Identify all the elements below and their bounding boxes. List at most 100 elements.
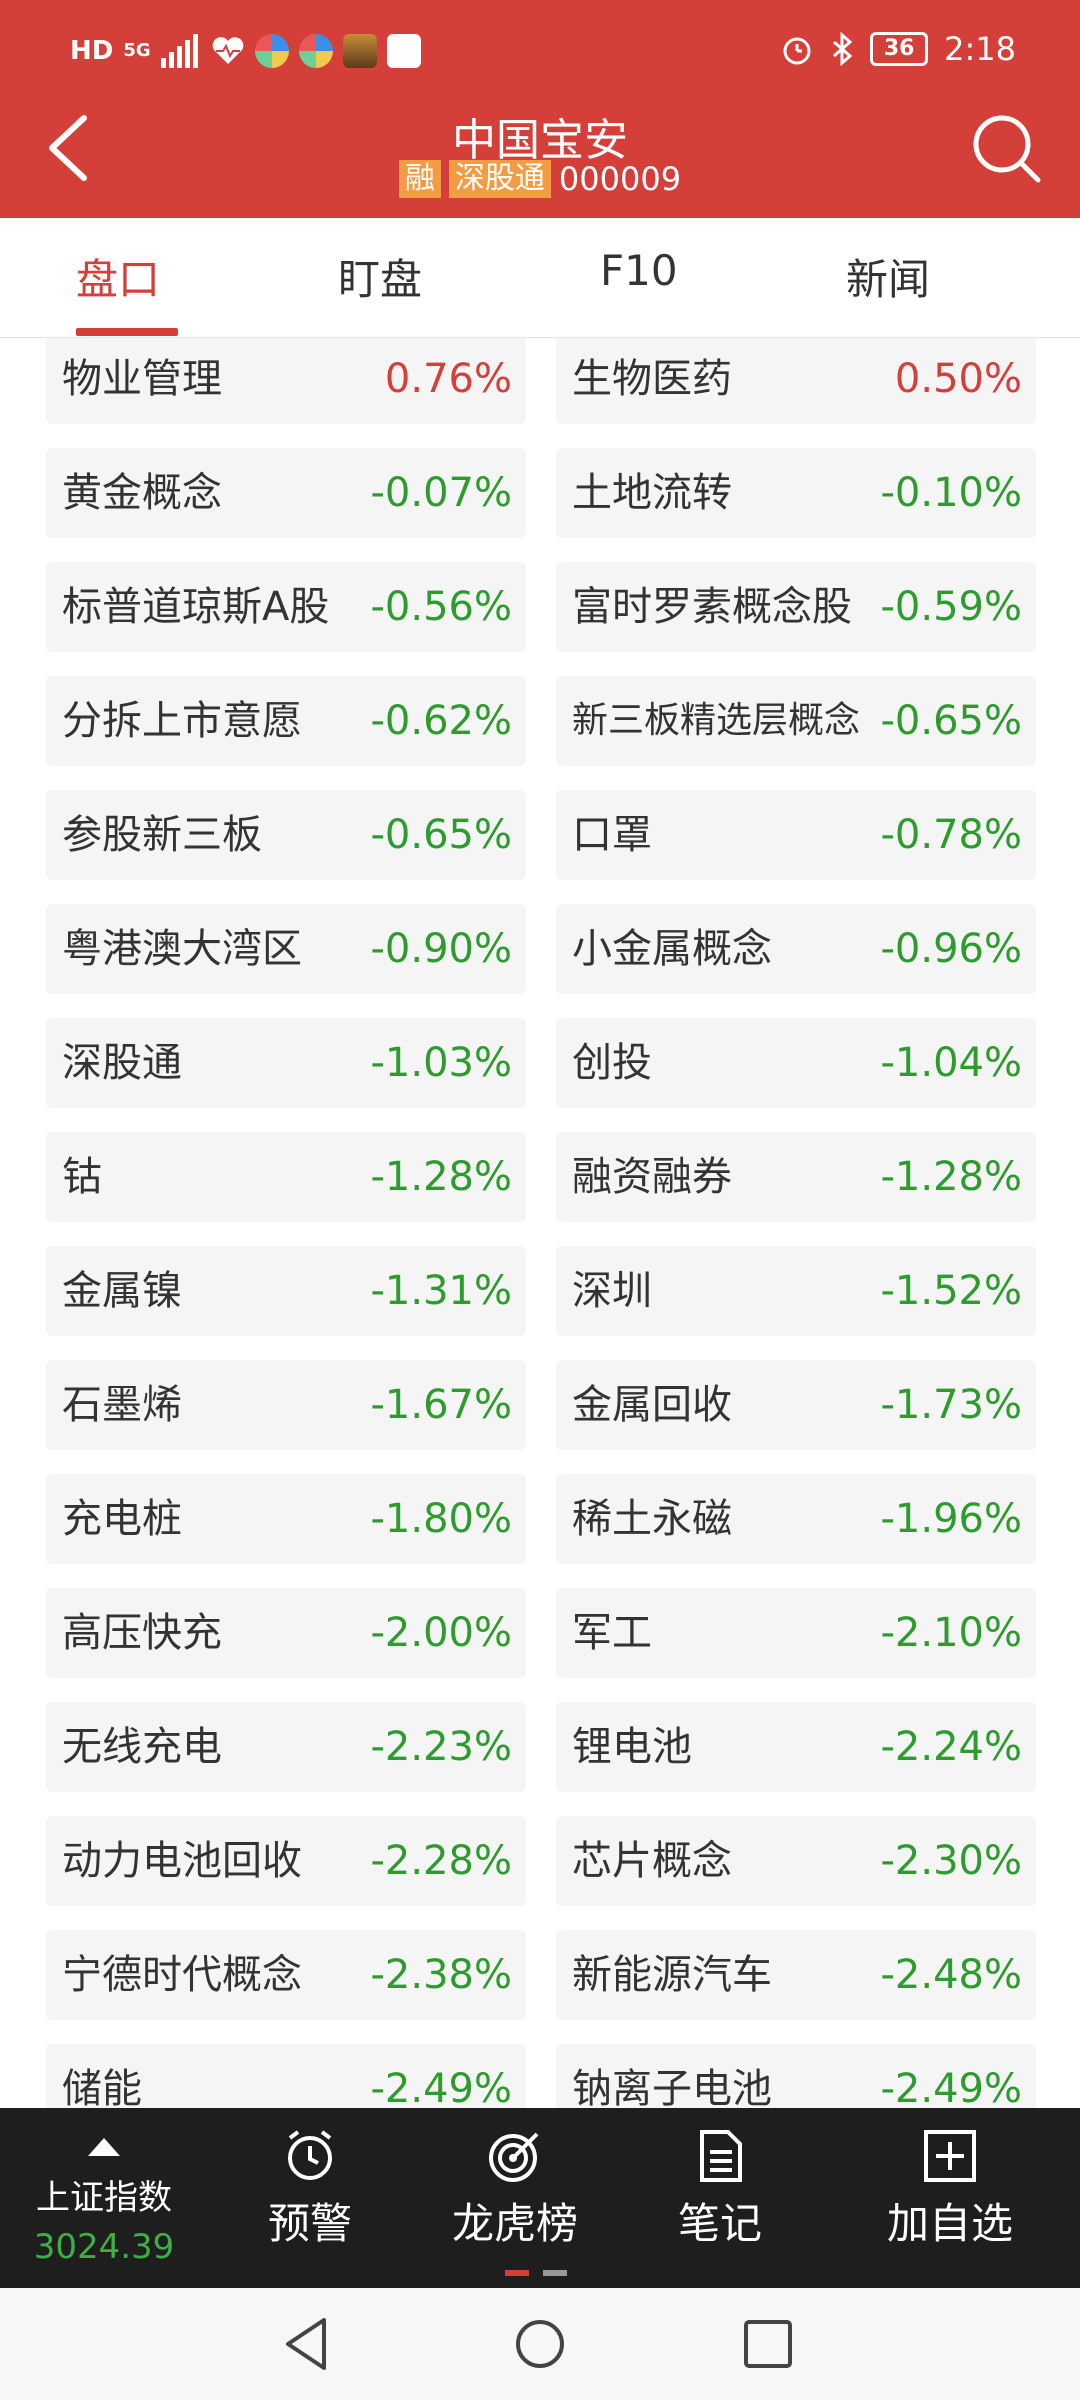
concept-item[interactable]: 深股通 -1.03% (46, 1018, 526, 1108)
concept-item[interactable]: 口罩 -0.78% (556, 790, 1036, 880)
concept-change-percent: -2.49% (880, 2066, 1022, 2108)
concept-change-percent: -2.10% (880, 1610, 1022, 1656)
concept-name: 钴 (62, 1154, 102, 1200)
stock-subtitle: 融 深股通 000009 (0, 160, 1080, 198)
concept-change-percent: -2.00% (370, 1610, 512, 1656)
concept-change-percent: -0.96% (880, 926, 1022, 972)
concept-change-percent: -2.24% (880, 1724, 1022, 1770)
concept-change-percent: -0.65% (370, 812, 512, 858)
concept-item[interactable]: 锂电池 -2.24% (556, 1702, 1036, 1792)
concept-item[interactable]: 充电桩 -1.80% (46, 1474, 526, 1564)
add-watchlist-button[interactable]: 加自选 (870, 2108, 1030, 2288)
concept-item[interactable]: 土地流转 -0.10% (556, 448, 1036, 538)
app-notification-icon (254, 34, 289, 68)
concept-item[interactable]: 创投 -1.04% (556, 1018, 1036, 1108)
concept-row: 宁德时代概念 -2.38% 新能源汽车 -2.48% (46, 1930, 1036, 2044)
page-dot-active (505, 2270, 529, 2276)
index-quote[interactable]: 上证指数 3024.39 (24, 2120, 184, 2267)
concept-row: 粤港澳大湾区 -0.90% 小金属概念 -0.96% (46, 904, 1036, 1018)
concept-item[interactable]: 军工 -2.10% (556, 1588, 1036, 1678)
concept-name: 无线充电 (62, 1724, 222, 1770)
concept-row: 石墨烯 -1.67% 金属回收 -1.73% (46, 1360, 1036, 1474)
concept-item[interactable]: 动力电池回收 -2.28% (46, 1816, 526, 1906)
concept-item[interactable]: 石墨烯 -1.67% (46, 1360, 526, 1450)
concept-name: 金属镍 (62, 1268, 182, 1314)
signal-icon (160, 34, 198, 68)
concept-item[interactable]: 钴 -1.28% (46, 1132, 526, 1222)
health-heart-icon (212, 37, 243, 64)
dragon-tiger-button[interactable]: 龙虎榜 (440, 2108, 590, 2288)
concept-change-percent: -0.07% (370, 470, 512, 516)
concept-item[interactable]: 粤港澳大湾区 -0.90% (46, 904, 526, 994)
concept-item[interactable]: 生物医药 0.50% (556, 338, 1036, 424)
nav-home-icon[interactable] (502, 2306, 578, 2382)
concept-name: 高压快充 (62, 1610, 222, 1656)
concept-item[interactable]: 分拆上市意愿 -0.62% (46, 676, 526, 766)
tab-f10[interactable]: F10 (600, 246, 678, 295)
nav-recents-icon[interactable] (730, 2306, 806, 2382)
concept-item[interactable]: 标普道琼斯A股 -0.56% (46, 562, 526, 652)
concept-name: 石墨烯 (62, 1382, 182, 1428)
stock-name-title: 中国宝安 (452, 115, 628, 166)
concept-change-percent: 0.76% (384, 356, 512, 402)
concept-change-percent: -0.65% (880, 698, 1022, 744)
app-notification-icon (298, 34, 333, 68)
concept-name: 金属回收 (572, 1382, 732, 1428)
notes-button[interactable]: 笔记 (660, 2108, 780, 2288)
concept-item[interactable]: 芯片概念 -2.30% (556, 1816, 1036, 1906)
concept-item[interactable]: 融资融券 -1.28% (556, 1132, 1036, 1222)
concept-name: 宁德时代概念 (62, 1952, 302, 1998)
concept-item[interactable]: 金属镍 -1.31% (46, 1246, 526, 1336)
concept-change-percent: -1.80% (370, 1496, 512, 1542)
concept-item[interactable]: 宁德时代概念 -2.38% (46, 1930, 526, 2020)
concept-item[interactable]: 高压快充 -2.00% (46, 1588, 526, 1678)
hd-indicator: HD (70, 36, 114, 66)
concept-name: 创投 (572, 1040, 652, 1086)
concept-change-percent: -1.28% (370, 1154, 512, 1200)
concept-item[interactable]: 新能源汽车 -2.48% (556, 1930, 1036, 2020)
concept-item[interactable]: 无线充电 -2.23% (46, 1702, 526, 1792)
concept-change-percent: -1.67% (370, 1382, 512, 1428)
concept-change-percent: -2.23% (370, 1724, 512, 1770)
system-navigation-bar (0, 2288, 1080, 2400)
concept-item[interactable]: 储能 -2.49% (46, 2044, 526, 2108)
nav-back-icon[interactable] (270, 2306, 346, 2382)
concept-item[interactable]: 物业管理 0.76% (46, 338, 526, 424)
status-bar: HD 5G 36 2:18 (0, 0, 1080, 100)
concept-name: 军工 (572, 1610, 652, 1656)
concept-row: 金属镍 -1.31% 深圳 -1.52% (46, 1246, 1036, 1360)
active-tab-indicator (76, 328, 178, 336)
concept-list[interactable]: 物业管理 0.76% 生物医药 0.50% 黄金概念 -0.07% 土地流转 -0.10% 标普… (0, 338, 1080, 2108)
concept-item[interactable]: 富时罗素概念股 -0.59% (556, 562, 1036, 652)
concept-change-percent: -1.31% (370, 1268, 512, 1314)
concept-name: 锂电池 (572, 1724, 692, 1770)
concept-item[interactable]: 新三板精选层概念 -0.65% (556, 676, 1036, 766)
notes-label: 笔记 (677, 2199, 762, 2248)
concept-item[interactable]: 参股新三板 -0.65% (46, 790, 526, 880)
concept-name: 充电桩 (62, 1496, 182, 1542)
concept-name: 钠离子电池 (572, 2066, 772, 2108)
concept-item[interactable]: 稀土永磁 -1.96% (556, 1474, 1036, 1564)
page-dot (543, 2270, 567, 2276)
concept-item[interactable]: 金属回收 -1.73% (556, 1360, 1036, 1450)
tab-news[interactable]: 新闻 (846, 246, 930, 307)
concept-row: 标普道琼斯A股 -0.56% 富时罗素概念股 -0.59% (46, 562, 1036, 676)
concept-name: 新能源汽车 (572, 1952, 772, 1998)
concept-row: 无线充电 -2.23% 锂电池 -2.24% (46, 1702, 1036, 1816)
concept-name: 小金属概念 (572, 926, 772, 972)
concept-name: 储能 (62, 2066, 142, 2108)
concept-change-percent: -0.90% (370, 926, 512, 972)
search-icon[interactable] (966, 108, 1046, 188)
concept-item[interactable]: 小金属概念 -0.96% (556, 904, 1036, 994)
tab-dingpan[interactable]: 盯盘 (338, 246, 422, 307)
margin-trading-badge: 融 (398, 160, 441, 198)
expand-up-arrow-icon (88, 2138, 120, 2156)
concept-item[interactable]: 黄金概念 -0.07% (46, 448, 526, 538)
concept-item[interactable]: 钠离子电池 -2.49% (556, 2044, 1036, 2108)
alert-button[interactable]: 预警 (250, 2108, 370, 2288)
concept-change-percent: -2.28% (370, 1838, 512, 1884)
concept-item[interactable]: 深圳 -1.52% (556, 1246, 1036, 1336)
tab-pankou[interactable]: 盘口 (76, 246, 160, 307)
status-left-icons: HD 5G (70, 33, 421, 69)
bottom-toolbar: 上证指数 3024.39 预警 龙虎榜 笔记 加自选 (0, 2108, 1080, 2288)
